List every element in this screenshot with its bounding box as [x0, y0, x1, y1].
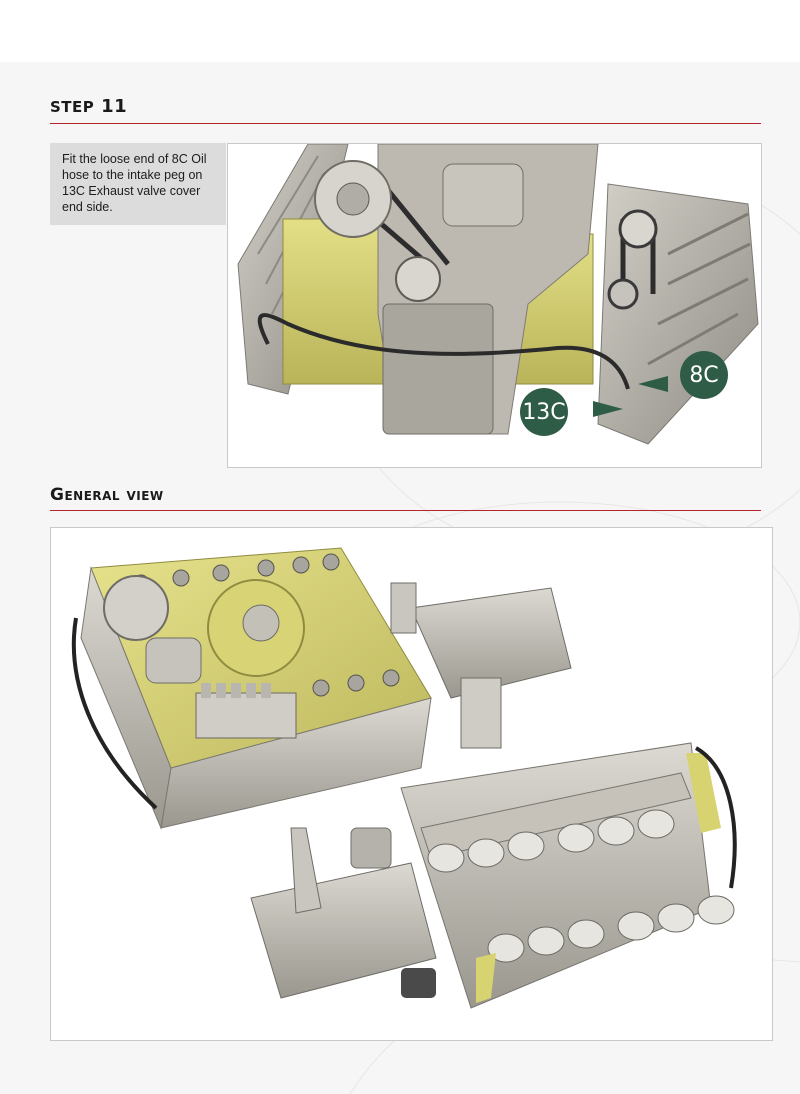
general-view-illustration — [50, 527, 773, 1041]
general-view-rule — [50, 510, 761, 511]
general-view-heading: General view — [50, 485, 164, 505]
step-number: 11 — [101, 96, 128, 117]
step-heading: STEP 11 — [50, 96, 127, 117]
instruction-box: Fit the loose end of 8C Oil hose to the … — [50, 143, 226, 225]
engine-closeup-image — [237, 144, 759, 445]
callout-8c: 8C — [680, 351, 728, 399]
callout-13c: 13C — [520, 388, 568, 436]
instruction-text: Fit the loose end of 8C Oil hose to the … — [62, 152, 207, 214]
step-heading-rule — [50, 123, 761, 124]
step-word: STEP — [50, 98, 95, 116]
top-margin — [0, 0, 800, 62]
step-illustration: 8C 13C — [227, 143, 762, 468]
engine-overview-image — [71, 547, 737, 1009]
